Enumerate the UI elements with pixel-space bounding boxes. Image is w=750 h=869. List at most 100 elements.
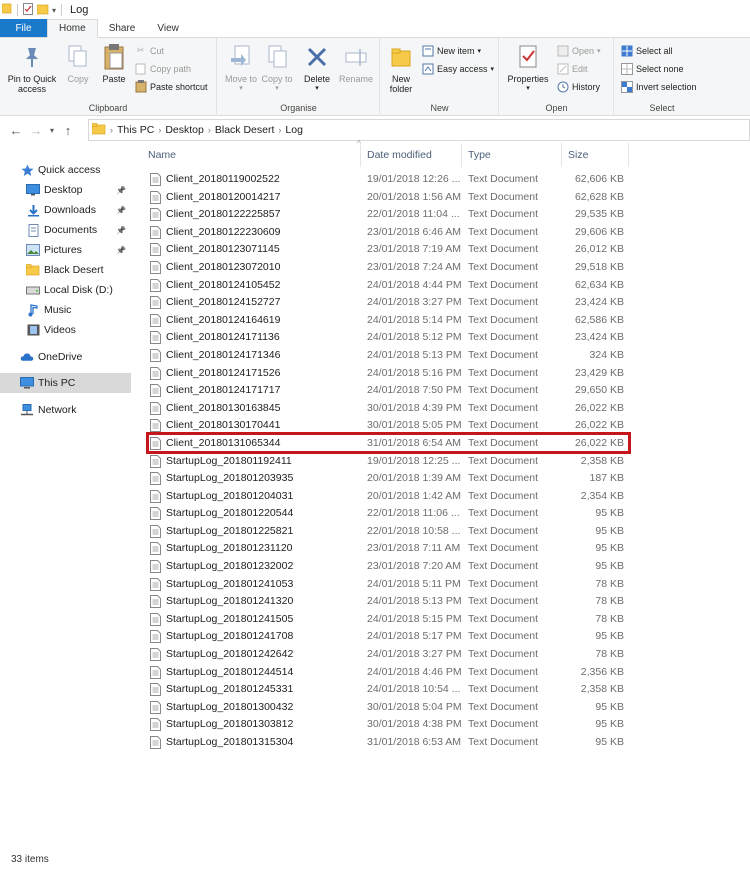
file-row[interactable]: Client_20180124164619 24/01/2018 5:14 PM T… bbox=[142, 312, 632, 330]
file-row[interactable]: StartupLog_201801315304 31/01/2018 6:53 A… bbox=[142, 734, 632, 752]
file-row[interactable]: StartupLog_201801192411 19/01/2018 12:25 … bbox=[142, 453, 632, 471]
new-group-label: New bbox=[430, 103, 449, 113]
column-type[interactable]: Type bbox=[462, 143, 562, 167]
new-folder-small-icon[interactable] bbox=[36, 3, 49, 18]
column-date-modified[interactable]: Date modified bbox=[361, 143, 462, 167]
network-icon bbox=[20, 403, 34, 417]
tab-file[interactable]: File bbox=[0, 19, 47, 37]
column-size[interactable]: Size bbox=[562, 143, 629, 167]
delete-button[interactable]: Delete ▾ bbox=[301, 42, 333, 94]
breadcrumb-black-desert[interactable]: Black Desert bbox=[212, 124, 278, 136]
properties-button[interactable]: Properties ▾ bbox=[504, 42, 552, 94]
easy-access-button[interactable]: Easy access ▾ bbox=[421, 60, 494, 77]
file-row[interactable]: Client_20180124171526 24/01/2018 5:16 PM T… bbox=[142, 365, 632, 383]
file-row[interactable]: StartupLog_201801303812 30/01/2018 4:38 P… bbox=[142, 716, 632, 734]
file-row[interactable]: StartupLog_201801241053 24/01/2018 5:11 P… bbox=[142, 576, 632, 594]
nav-item-music[interactable]: Music bbox=[0, 300, 131, 320]
file-row[interactable]: StartupLog_201801241505 24/01/2018 5:15 P… bbox=[142, 611, 632, 629]
column-name[interactable]: Name bbox=[142, 143, 361, 167]
nav-item-onedrive[interactable]: OneDrive bbox=[0, 347, 131, 367]
edit-button[interactable]: Edit bbox=[556, 60, 588, 77]
nav-item-desktop[interactable]: Desktop 📌 bbox=[0, 180, 131, 200]
file-row[interactable]: Client_20180122230609 23/01/2018 6:46 AM T… bbox=[142, 224, 632, 242]
copy-path-button[interactable]: Copy path bbox=[134, 60, 191, 77]
file-row[interactable]: StartupLog_201801203935 20/01/2018 1:39 A… bbox=[142, 470, 632, 488]
copy-label: Copy bbox=[67, 74, 89, 84]
open-button[interactable]: Open ▾ bbox=[556, 42, 601, 59]
new-item-button[interactable]: New item ▾ bbox=[421, 42, 481, 59]
file-row[interactable]: Client_20180130163845 30/01/2018 4:39 PM T… bbox=[142, 400, 632, 418]
tab-view[interactable]: View bbox=[146, 19, 190, 37]
file-row[interactable]: Client_20180124171346 24/01/2018 5:13 PM T… bbox=[142, 347, 632, 365]
invert-selection-button[interactable]: Invert selection bbox=[620, 78, 697, 95]
file-name: Client_20180124152727 bbox=[166, 296, 281, 309]
nav-item-black-desert[interactable]: Black Desert bbox=[0, 260, 131, 280]
rename-button[interactable]: Rename bbox=[336, 42, 376, 84]
nav-item-local-disk-d[interactable]: Local Disk (D:) bbox=[0, 280, 131, 300]
tab-share[interactable]: Share bbox=[98, 19, 147, 37]
nav-item-videos[interactable]: Videos bbox=[0, 320, 131, 340]
breadcrumb-this-pc[interactable]: This PC bbox=[114, 124, 157, 136]
file-row[interactable]: Client_20180131065344 31/01/2018 6:54 AM T… bbox=[142, 435, 632, 453]
file-row[interactable]: Client_20180124171717 24/01/2018 7:50 PM T… bbox=[142, 382, 632, 400]
file-row[interactable]: Client_20180124152727 24/01/2018 3:27 PM T… bbox=[142, 294, 632, 312]
nav-item-quick-access[interactable]: Quick access bbox=[0, 160, 131, 180]
file-row[interactable]: StartupLog_201801244514 24/01/2018 4:46 P… bbox=[142, 664, 632, 682]
recent-locations-dropdown[interactable]: ▾ bbox=[46, 120, 58, 140]
file-row[interactable]: Client_20180124105452 24/01/2018 4:44 PM T… bbox=[142, 277, 632, 295]
new-folder-button[interactable]: New folder bbox=[385, 42, 417, 94]
file-size: 23,424 KB bbox=[574, 331, 624, 344]
paste-shortcut-button[interactable]: Paste shortcut bbox=[134, 78, 208, 95]
copy-button[interactable]: Copy bbox=[62, 42, 94, 84]
star-icon bbox=[20, 163, 34, 177]
nav-item-this-pc[interactable]: This PC bbox=[0, 373, 131, 393]
file-row[interactable]: Client_20180119002522 19/01/2018 12:26 ..… bbox=[142, 171, 632, 189]
breadcrumb-desktop[interactable]: Desktop bbox=[162, 124, 207, 136]
file-type: Text Document bbox=[468, 560, 539, 573]
file-name: Client_20180123072010 bbox=[166, 260, 281, 273]
file-row[interactable]: StartupLog_201801220544 22/01/2018 11:06 … bbox=[142, 505, 632, 523]
file-row[interactable]: StartupLog_201801225821 22/01/2018 10:58 … bbox=[142, 523, 632, 541]
back-button[interactable]: ← bbox=[6, 120, 26, 140]
file-row[interactable]: Client_20180124171136 24/01/2018 5:12 PM T… bbox=[142, 329, 632, 347]
file-date-modified: 24/01/2018 5:11 PM bbox=[367, 577, 461, 590]
properties-small-icon[interactable] bbox=[23, 2, 34, 18]
nav-item-network[interactable]: Network bbox=[0, 400, 131, 420]
file-date-modified: 24/01/2018 5:16 PM bbox=[367, 366, 462, 379]
text-document-icon bbox=[150, 225, 161, 239]
file-row[interactable]: StartupLog_201801300432 30/01/2018 5:04 P… bbox=[142, 699, 632, 717]
title-bar: ▾ Log bbox=[0, 0, 750, 20]
file-row[interactable]: Client_20180122225857 22/01/2018 11:04 ..… bbox=[142, 206, 632, 224]
file-row[interactable]: StartupLog_201801231120 23/01/2018 7:11 A… bbox=[142, 540, 632, 558]
file-row[interactable]: StartupLog_201801242642 24/01/2018 3:27 P… bbox=[142, 646, 632, 664]
move-to-button[interactable]: Move to ▾ bbox=[224, 42, 258, 94]
pin-quick-access-button[interactable]: Pin to Quick access bbox=[4, 42, 60, 94]
paste-button[interactable]: Paste bbox=[98, 42, 130, 84]
file-row[interactable]: StartupLog_201801241708 24/01/2018 5:17 P… bbox=[142, 628, 632, 646]
nav-item-downloads[interactable]: Downloads 📌 bbox=[0, 200, 131, 220]
file-row[interactable]: StartupLog_201801232002 23/01/2018 7:20 A… bbox=[142, 558, 632, 576]
breadcrumb-log[interactable]: Log bbox=[282, 124, 306, 136]
nav-item-pictures[interactable]: Pictures 📌 bbox=[0, 240, 131, 260]
customize-toolbar-icon[interactable]: ▾ bbox=[52, 6, 56, 15]
file-row[interactable]: StartupLog_201801241320 24/01/2018 5:13 P… bbox=[142, 593, 632, 611]
file-row[interactable]: Client_20180120014217 20/01/2018 1:56 AM T… bbox=[142, 189, 632, 207]
file-row[interactable]: Client_20180130170441 30/01/2018 5:05 PM T… bbox=[142, 417, 632, 435]
nav-item-documents[interactable]: Documents 📌 bbox=[0, 220, 131, 240]
file-type: Text Document bbox=[468, 683, 539, 696]
file-row[interactable]: StartupLog_201801204031 20/01/2018 1:42 A… bbox=[142, 488, 632, 506]
cut-button[interactable]: ✂ Cut bbox=[134, 42, 164, 59]
address-bar[interactable]: › This PC › Desktop › Black Desert › Log bbox=[88, 119, 750, 141]
file-row[interactable]: Client_20180123071145 23/01/2018 7:19 AM T… bbox=[142, 241, 632, 259]
forward-button[interactable]: → bbox=[26, 120, 46, 140]
select-all-button[interactable]: Select all bbox=[620, 42, 673, 59]
file-name: Client_20180122225857 bbox=[166, 208, 281, 221]
copy-to-button[interactable]: Copy to ▾ bbox=[260, 42, 294, 94]
file-row[interactable]: Client_20180123072010 23/01/2018 7:24 AM T… bbox=[142, 259, 632, 277]
file-row[interactable]: StartupLog_201801245331 24/01/2018 10:54 … bbox=[142, 681, 632, 699]
history-button[interactable]: History bbox=[556, 78, 600, 95]
up-button[interactable]: ↑ bbox=[58, 120, 78, 140]
tab-home[interactable]: Home bbox=[47, 19, 98, 38]
select-none-button[interactable]: Select none bbox=[620, 60, 684, 77]
file-name: StartupLog_201801242642 bbox=[166, 648, 294, 661]
